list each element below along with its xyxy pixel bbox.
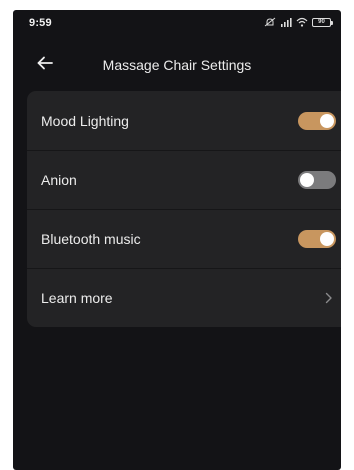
wifi-icon	[296, 17, 308, 27]
mute-icon	[264, 17, 276, 27]
setting-label: Bluetooth music	[41, 231, 141, 247]
page-title: Massage Chair Settings	[102, 57, 252, 73]
bluetooth-music-toggle[interactable]	[298, 230, 336, 248]
setting-row-anion: Anion	[27, 150, 341, 209]
toggle-knob	[320, 232, 334, 246]
status-icons: 90	[264, 17, 333, 27]
battery-icon: 90	[312, 17, 333, 27]
back-button[interactable]	[33, 54, 57, 76]
setting-label: Mood Lighting	[41, 112, 129, 129]
setting-label: Anion	[41, 172, 77, 188]
arrow-left-icon	[37, 56, 53, 75]
setting-row-bluetooth-music: Bluetooth music	[27, 209, 341, 268]
mood-lighting-toggle[interactable]	[298, 111, 336, 130]
header: Massage Chair Settings	[13, 50, 341, 80]
battery-level: 90	[318, 19, 325, 25]
phone-screen: 9:59 90 Massage Chair Settings Mood Ligh…	[13, 10, 341, 470]
toggle-knob	[320, 113, 334, 128]
settings-card: Mood Lighting Anion Bluetooth music Lear…	[27, 91, 341, 327]
chevron-right-icon	[322, 291, 336, 305]
signal-icon	[280, 17, 292, 27]
setting-label: Learn more	[41, 290, 113, 306]
status-bar: 9:59 90	[13, 10, 341, 36]
status-time: 9:59	[29, 17, 52, 29]
anion-toggle[interactable]	[298, 171, 336, 189]
learn-more-row[interactable]: Learn more	[27, 268, 341, 327]
setting-row-mood-lighting: Mood Lighting	[27, 91, 341, 150]
toggle-knob	[300, 173, 314, 187]
